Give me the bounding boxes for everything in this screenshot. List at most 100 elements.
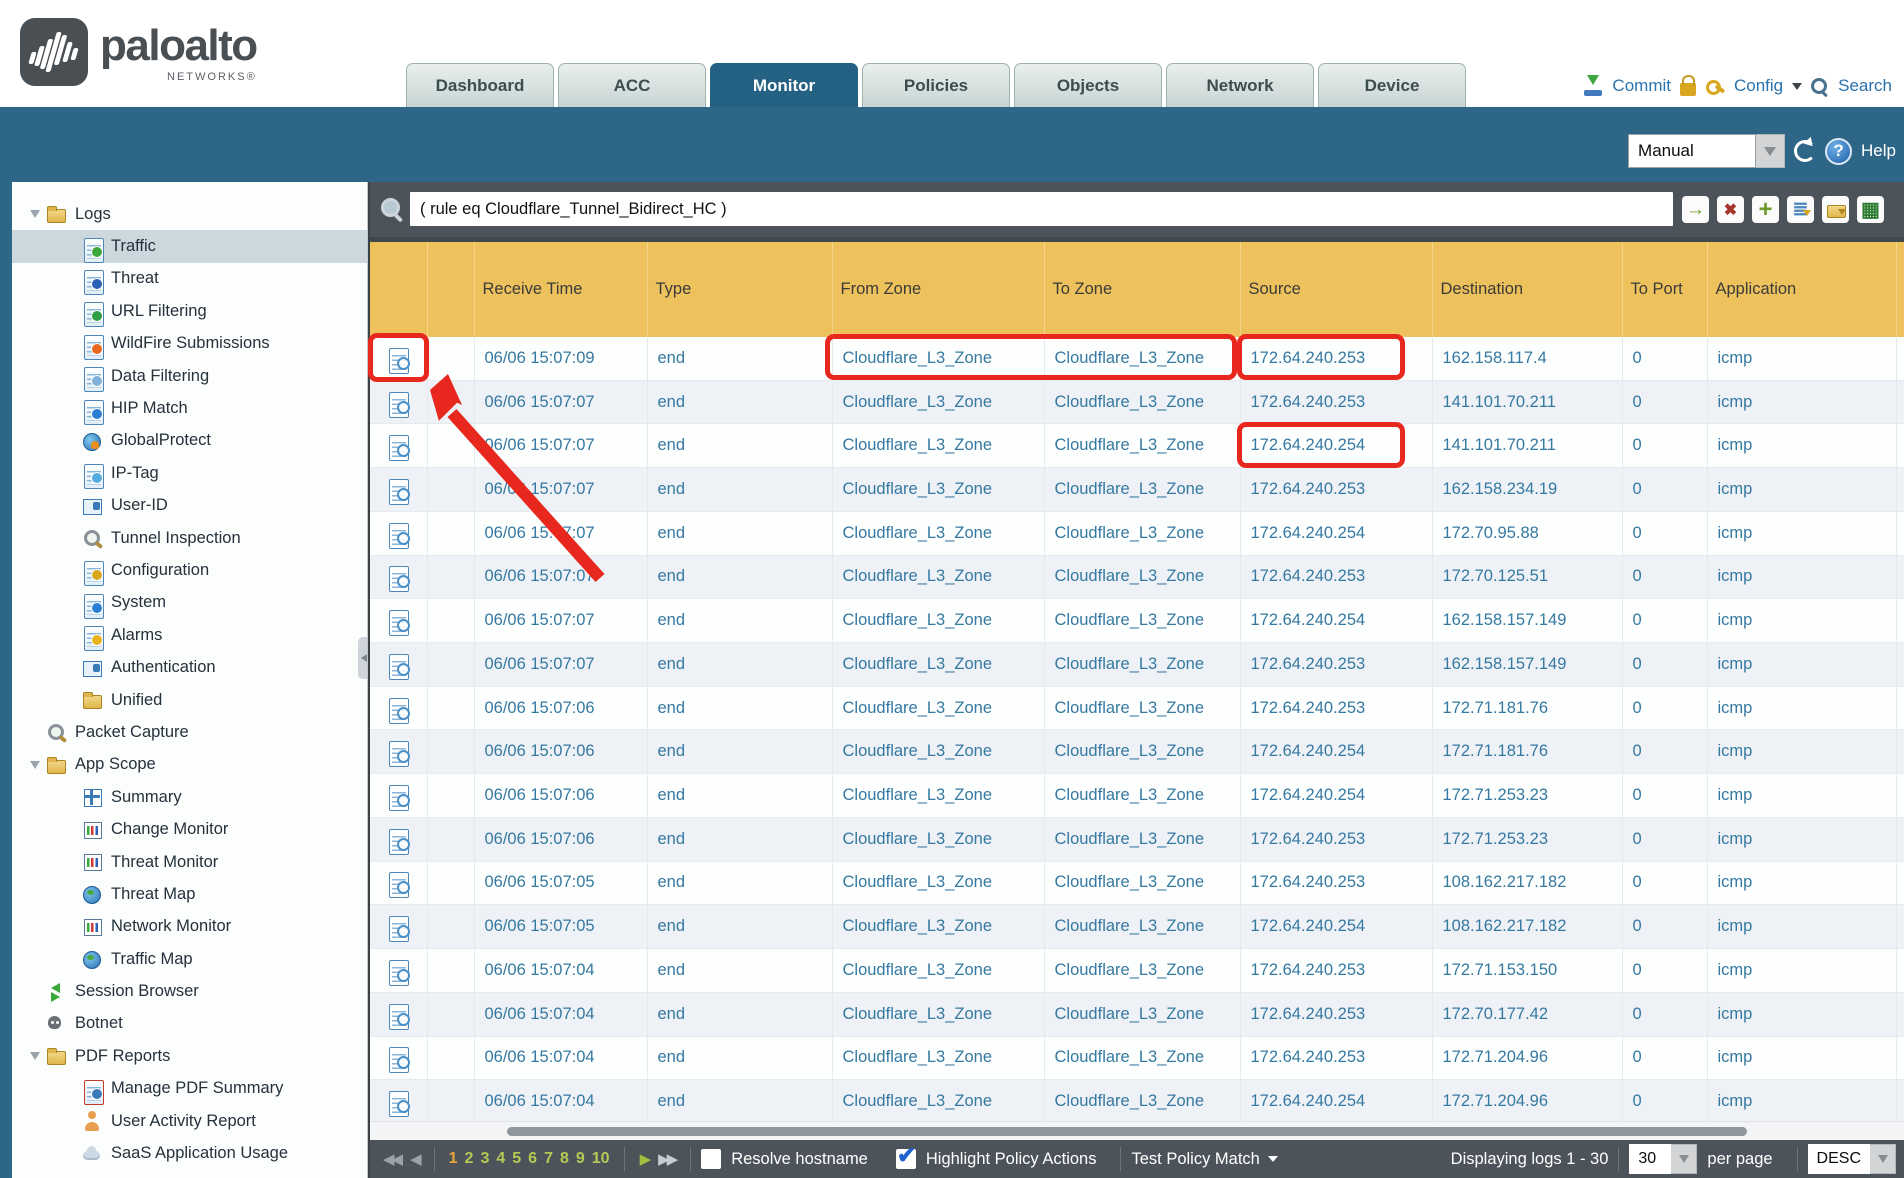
- sidebar-item-globalprotect[interactable]: GlobalProtect: [12, 425, 367, 457]
- export-icon[interactable]: [1857, 196, 1884, 223]
- column-header-to-zone[interactable]: To Zone: [1044, 240, 1240, 337]
- log-detail-icon[interactable]: [389, 960, 408, 981]
- sidebar-item-threat[interactable]: Threat: [12, 263, 367, 295]
- column-header-blank[interactable]: [427, 240, 474, 337]
- column-header-to-port[interactable]: To Port: [1622, 240, 1707, 337]
- refresh-icon[interactable]: [1794, 140, 1816, 162]
- table-row[interactable]: 06/06 15:07:07 end Cloudflare_L3_Zone Cl…: [370, 468, 1904, 512]
- sidebar-item-traffic[interactable]: Traffic: [12, 230, 367, 262]
- table-row[interactable]: 06/06 15:07:06 end Cloudflare_L3_Zone Cl…: [370, 686, 1904, 730]
- sidebar-item-network-monitor[interactable]: Network Monitor: [12, 911, 367, 943]
- sidebar-item-threat-monitor[interactable]: Threat Monitor: [12, 846, 367, 878]
- table-row[interactable]: 06/06 15:07:04 end Cloudflare_L3_Zone Cl…: [370, 949, 1904, 993]
- horizontal-scrollbar-thumb[interactable]: [507, 1127, 1747, 1136]
- sidebar-item-configuration[interactable]: Configuration: [12, 554, 367, 586]
- last-page-icon[interactable]: ▶▶: [658, 1150, 675, 1168]
- page-number-9[interactable]: 9: [576, 1150, 585, 1168]
- filter-query-input[interactable]: [410, 192, 1673, 226]
- log-detail-icon[interactable]: [389, 872, 408, 893]
- sidebar-item-user-activity-report[interactable]: User Activity Report: [12, 1105, 367, 1137]
- sidebar-item-wildfire-submissions[interactable]: WildFire Submissions: [12, 328, 367, 360]
- highlight-policy-actions-checkbox[interactable]: [896, 1149, 916, 1169]
- table-row[interactable]: 06/06 15:07:07 end Cloudflare_L3_Zone Cl…: [370, 424, 1904, 468]
- page-number-7[interactable]: 7: [544, 1150, 553, 1168]
- tab-policies[interactable]: Policies: [862, 63, 1010, 107]
- log-detail-icon[interactable]: [389, 1047, 408, 1068]
- table-row[interactable]: 06/06 15:07:07 end Cloudflare_L3_Zone Cl…: [370, 599, 1904, 643]
- table-row[interactable]: 06/06 15:07:04 end Cloudflare_L3_Zone Cl…: [370, 1036, 1904, 1080]
- config-caret-icon[interactable]: [1792, 83, 1802, 95]
- column-header-type[interactable]: Type: [647, 240, 832, 337]
- help-icon[interactable]: [1825, 138, 1852, 165]
- sidebar-item-url-filtering[interactable]: URL Filtering: [12, 295, 367, 327]
- log-detail-icon[interactable]: [389, 916, 408, 937]
- sidebar-item-traffic-map[interactable]: Traffic Map: [12, 943, 367, 975]
- sidebar-collapse-handle[interactable]: [358, 637, 368, 679]
- sidebar-item-app-scope[interactable]: App Scope: [12, 749, 367, 781]
- column-header-source[interactable]: Source: [1240, 240, 1432, 337]
- table-row[interactable]: 06/06 15:07:05 end Cloudflare_L3_Zone Cl…: [370, 861, 1904, 905]
- sort-order-dropdown-icon[interactable]: [1870, 1144, 1896, 1174]
- add-filter-icon[interactable]: [1752, 196, 1779, 223]
- page-number-10[interactable]: 10: [592, 1150, 610, 1168]
- table-row[interactable]: 06/06 15:07:07 end Cloudflare_L3_Zone Cl…: [370, 555, 1904, 599]
- table-row[interactable]: 06/06 15:07:07 end Cloudflare_L3_Zone Cl…: [370, 511, 1904, 555]
- tab-monitor[interactable]: Monitor: [710, 63, 858, 107]
- twisty-icon[interactable]: [24, 761, 46, 769]
- table-row[interactable]: 06/06 15:07:05 end Cloudflare_L3_Zone Cl…: [370, 905, 1904, 949]
- table-row[interactable]: 06/06 15:07:07 end Cloudflare_L3_Zone Cl…: [370, 643, 1904, 687]
- column-header-receive-time[interactable]: Receive Time: [474, 240, 647, 337]
- sidebar-item-manage-pdf-summary[interactable]: Manage PDF Summary: [12, 1073, 367, 1105]
- sidebar-item-logs[interactable]: Logs: [12, 198, 367, 230]
- log-detail-icon[interactable]: [389, 785, 408, 806]
- page-number-1[interactable]: 1: [449, 1150, 458, 1168]
- commit-button[interactable]: Commit: [1612, 76, 1671, 96]
- log-detail-icon[interactable]: [389, 741, 408, 762]
- tab-dashboard[interactable]: Dashboard: [406, 63, 554, 107]
- log-detail-icon[interactable]: [389, 698, 408, 719]
- table-row[interactable]: 06/06 15:07:09 end Cloudflare_L3_Zone Cl…: [370, 337, 1904, 381]
- column-header-destination[interactable]: Destination: [1432, 240, 1622, 337]
- sidebar-item-data-filtering[interactable]: Data Filtering: [12, 360, 367, 392]
- refresh-mode-value[interactable]: Manual: [1628, 134, 1756, 168]
- table-row[interactable]: 06/06 15:07:06 end Cloudflare_L3_Zone Cl…: [370, 774, 1904, 818]
- log-detail-icon[interactable]: [389, 348, 408, 369]
- tab-acc[interactable]: ACC: [558, 63, 706, 107]
- per-page-select[interactable]: 30: [1629, 1144, 1697, 1174]
- sidebar-item-pdf-reports[interactable]: PDF Reports: [12, 1040, 367, 1072]
- sidebar-item-tunnel-inspection[interactable]: Tunnel Inspection: [12, 522, 367, 554]
- sidebar-item-packet-capture[interactable]: Packet Capture: [12, 716, 367, 748]
- page-number-5[interactable]: 5: [512, 1150, 521, 1168]
- column-header-application[interactable]: Application: [1707, 240, 1896, 337]
- page-number-4[interactable]: 4: [496, 1150, 505, 1168]
- sidebar-item-summary[interactable]: Summary: [12, 781, 367, 813]
- log-detail-icon[interactable]: [389, 392, 408, 413]
- page-number-8[interactable]: 8: [560, 1150, 569, 1168]
- sort-order-select[interactable]: DESC: [1808, 1144, 1896, 1174]
- sidebar-item-ip-tag[interactable]: IP-Tag: [12, 457, 367, 489]
- log-detail-icon[interactable]: [389, 610, 408, 631]
- sidebar-item-authentication[interactable]: Authentication: [12, 651, 367, 683]
- sidebar-item-hip-match[interactable]: HIP Match: [12, 392, 367, 424]
- config-button[interactable]: Config: [1734, 76, 1783, 96]
- resolve-hostname-checkbox[interactable]: [701, 1149, 721, 1169]
- test-policy-match-button[interactable]: Test Policy Match: [1131, 1150, 1277, 1169]
- next-page-icon[interactable]: ▶: [640, 1150, 649, 1168]
- sort-order-value[interactable]: DESC: [1808, 1144, 1870, 1174]
- filter-builder-icon[interactable]: [1787, 196, 1814, 223]
- log-detail-icon[interactable]: [389, 654, 408, 675]
- refresh-mode-select[interactable]: Manual: [1628, 134, 1785, 168]
- tab-device[interactable]: Device: [1318, 63, 1466, 107]
- log-detail-icon[interactable]: [389, 1091, 408, 1112]
- table-row[interactable]: 06/06 15:07:06 end Cloudflare_L3_Zone Cl…: [370, 817, 1904, 861]
- log-detail-icon[interactable]: [389, 1004, 408, 1025]
- table-row[interactable]: 06/06 15:07:04 end Cloudflare_L3_Zone Cl…: [370, 1080, 1904, 1121]
- sidebar-item-unified[interactable]: Unified: [12, 684, 367, 716]
- log-detail-icon[interactable]: [389, 523, 408, 544]
- sidebar-item-system[interactable]: System: [12, 587, 367, 619]
- sidebar-item-botnet[interactable]: Botnet: [12, 1008, 367, 1040]
- log-detail-icon[interactable]: [389, 479, 408, 500]
- tab-objects[interactable]: Objects: [1014, 63, 1162, 107]
- apply-filter-icon[interactable]: [1682, 196, 1709, 223]
- page-number-2[interactable]: 2: [465, 1150, 474, 1168]
